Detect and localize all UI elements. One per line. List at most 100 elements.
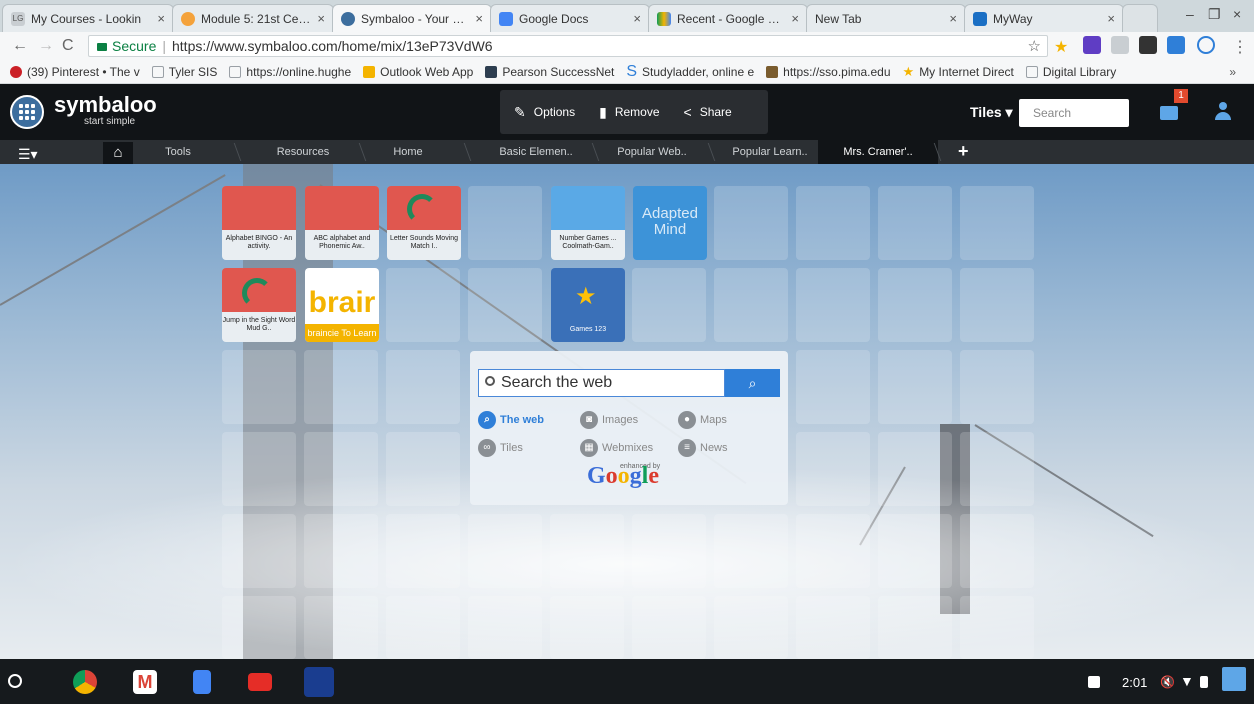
search-option-images[interactable]: ◙ Images xyxy=(580,411,638,429)
empty-tile[interactable] xyxy=(796,432,870,506)
empty-tile[interactable] xyxy=(714,186,788,260)
empty-tile[interactable] xyxy=(386,268,460,342)
empty-tile[interactable] xyxy=(796,350,870,424)
tab-home[interactable]: Home xyxy=(348,140,468,164)
tile-number-games[interactable]: Number Games ... Coolmath-Gam.. xyxy=(551,186,625,260)
search-option-tiles[interactable]: ∞ Tiles xyxy=(478,439,523,457)
empty-tile[interactable] xyxy=(304,350,378,424)
empty-tile[interactable] xyxy=(796,514,870,588)
user-icon[interactable] xyxy=(1214,102,1232,122)
browser-tab-my-courses[interactable]: LG My Courses - Lookin × xyxy=(2,4,174,32)
web-search-input[interactable]: Search the web xyxy=(478,369,725,397)
star-extension-icon[interactable]: ★ xyxy=(1054,37,1072,56)
close-icon[interactable]: × xyxy=(475,11,483,26)
browser-tab-new-tab[interactable]: New Tab × xyxy=(806,4,966,32)
empty-tile[interactable] xyxy=(386,596,460,659)
close-icon[interactable]: × xyxy=(949,11,957,26)
empty-tile[interactable] xyxy=(386,514,460,588)
header-search-input[interactable]: Search xyxy=(1019,99,1129,127)
address-bar[interactable]: Secure | https://www.symbaloo.com/home/m… xyxy=(88,35,1048,57)
empty-tile[interactable] xyxy=(714,596,788,659)
empty-tile[interactable] xyxy=(878,514,952,588)
empty-tile[interactable] xyxy=(878,268,952,342)
tab-tools[interactable]: Tools xyxy=(118,140,238,164)
search-option-news[interactable]: ≡ News xyxy=(678,439,728,457)
extension-icon[interactable] xyxy=(1167,36,1185,54)
avatar[interactable] xyxy=(1222,667,1246,691)
tile-letter-sounds[interactable]: Letter Sounds Moving Match I.. xyxy=(387,186,461,260)
extension-icon[interactable] xyxy=(1083,36,1101,54)
tile-games-123[interactable]: ★ Games 123 xyxy=(551,268,625,342)
empty-tile[interactable] xyxy=(222,596,296,659)
add-tab-icon[interactable]: + xyxy=(958,141,969,162)
empty-tile[interactable] xyxy=(304,514,378,588)
empty-tile[interactable] xyxy=(386,350,460,424)
forward-icon[interactable]: → xyxy=(38,37,54,55)
empty-tile[interactable] xyxy=(796,268,870,342)
empty-tile[interactable] xyxy=(714,268,788,342)
empty-tile[interactable] xyxy=(878,186,952,260)
battery-icon[interactable] xyxy=(1200,676,1208,688)
bookmark-outlook[interactable]: Outlook Web App xyxy=(363,65,473,79)
empty-tile[interactable] xyxy=(960,350,1034,424)
empty-tile[interactable] xyxy=(878,596,952,659)
webmix-menu-icon[interactable]: ☰▾ xyxy=(18,146,38,163)
new-tab-button[interactable] xyxy=(1122,4,1158,32)
bookmark-online-hughes[interactable]: https://online.hughe xyxy=(229,65,351,79)
search-button[interactable]: ⌕ xyxy=(725,369,780,397)
empty-tile[interactable] xyxy=(878,350,952,424)
empty-tile[interactable] xyxy=(468,186,542,260)
tile-alphabet-bingo[interactable]: Alphabet BINGO - An activity. xyxy=(222,186,296,260)
home-icon[interactable]: ⌂ xyxy=(103,142,133,164)
bookmark-studyladder[interactable]: S Studyladder, online e xyxy=(626,63,754,81)
empty-tile[interactable] xyxy=(222,514,296,588)
bookmark-pearson[interactable]: Pearson SuccessNet xyxy=(485,65,614,79)
close-icon[interactable]: × xyxy=(791,11,799,26)
empty-tile[interactable] xyxy=(550,514,624,588)
search-extension-icon[interactable] xyxy=(1197,36,1215,54)
tile-adapted-mind[interactable]: Adapted Mind xyxy=(633,186,707,260)
empty-tile[interactable] xyxy=(714,514,788,588)
options-button[interactable]: ✎ Options xyxy=(514,104,575,121)
share-button[interactable]: < Share xyxy=(684,104,732,120)
empty-tile[interactable] xyxy=(222,350,296,424)
menu-kebab-icon[interactable]: ⋮ xyxy=(1232,37,1248,57)
tile-jump-sight-word[interactable]: Jump in the Sight Word Mud G.. xyxy=(222,268,296,342)
browser-tab-myway[interactable]: MyWay × xyxy=(964,4,1124,32)
clock[interactable]: 2:01 xyxy=(1122,675,1147,690)
tab-popular-web[interactable]: Popular Web.. xyxy=(592,140,712,164)
empty-tile[interactable] xyxy=(632,268,706,342)
tab-mrs-cramer[interactable]: Mrs. Cramer'.. xyxy=(818,140,938,164)
search-option-the-web[interactable]: ⌕ The web xyxy=(478,411,544,429)
empty-tile[interactable] xyxy=(960,268,1034,342)
empty-tile[interactable] xyxy=(960,596,1034,659)
close-icon[interactable]: × xyxy=(317,11,325,26)
empty-tile[interactable] xyxy=(468,268,542,342)
close-window-icon[interactable]: × xyxy=(1233,6,1241,22)
tiles-dropdown[interactable]: Tiles ▾ xyxy=(970,104,1013,121)
weather-channel-icon[interactable] xyxy=(304,667,334,697)
empty-tile[interactable] xyxy=(468,596,542,659)
browser-tab-symbaloo[interactable]: Symbaloo - Your Boo × xyxy=(332,4,492,32)
launcher-icon[interactable] xyxy=(8,674,22,688)
tab-popular-learn[interactable]: Popular Learn.. xyxy=(710,140,830,164)
docs-icon[interactable] xyxy=(193,670,211,694)
search-option-webmixes[interactable]: ▦ Webmixes xyxy=(580,439,653,457)
bookmarks-more-button[interactable]: » xyxy=(1229,65,1236,79)
chrome-icon[interactable] xyxy=(73,670,97,694)
empty-tile[interactable] xyxy=(632,596,706,659)
restore-icon[interactable]: ❐ xyxy=(1208,6,1221,23)
extension-icon[interactable] xyxy=(1139,36,1157,54)
minimize-icon[interactable]: – xyxy=(1186,6,1194,22)
close-icon[interactable]: × xyxy=(633,11,641,26)
close-icon[interactable]: × xyxy=(157,11,165,26)
bookmark-star-icon[interactable]: ☆ xyxy=(1028,37,1041,55)
bookmark-pinterest[interactable]: (39) Pinterest • The v xyxy=(10,65,140,79)
secure-indicator[interactable]: Secure xyxy=(97,38,156,54)
remove-button[interactable]: ▮ Remove xyxy=(599,104,659,121)
empty-tile[interactable] xyxy=(632,514,706,588)
browser-tab-google-drive[interactable]: Recent - Google Drive × xyxy=(648,4,808,32)
empty-tile[interactable] xyxy=(222,432,296,506)
tab-resources[interactable]: Resources xyxy=(243,140,363,164)
empty-tile[interactable] xyxy=(386,432,460,506)
